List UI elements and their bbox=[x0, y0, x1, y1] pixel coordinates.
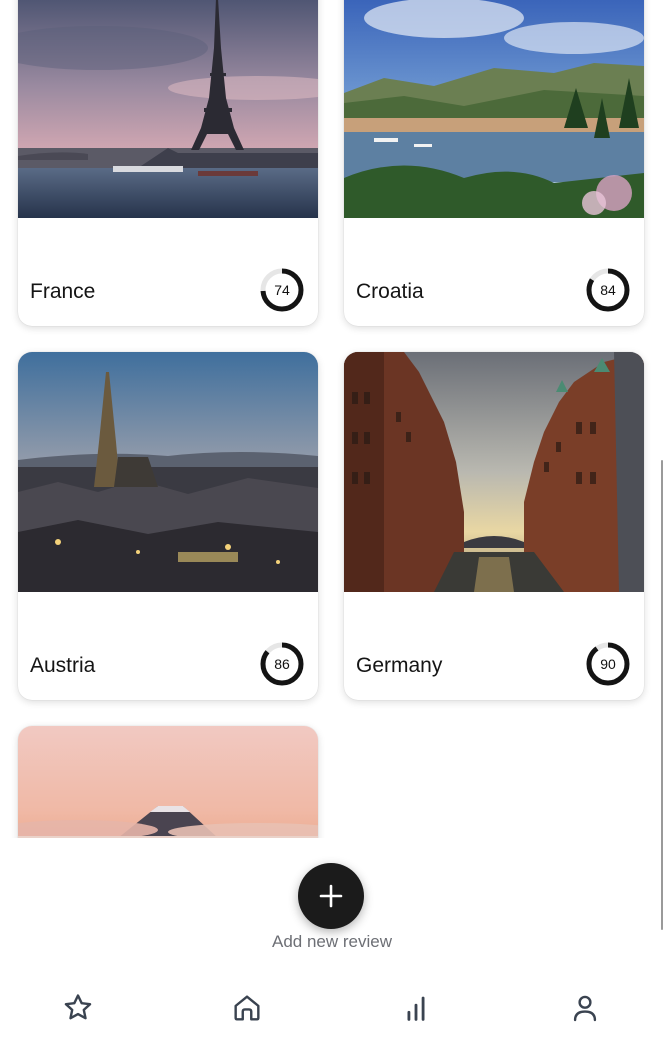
star-icon bbox=[64, 994, 92, 1020]
bar-chart-icon bbox=[407, 996, 425, 1021]
score-value: 90 bbox=[600, 656, 616, 672]
score-value: 84 bbox=[600, 282, 616, 298]
france-photo bbox=[18, 0, 318, 218]
country-name: France bbox=[30, 280, 96, 303]
score-ring: 86 bbox=[260, 642, 304, 686]
score-ring: 84 bbox=[586, 268, 630, 312]
user-icon bbox=[573, 995, 597, 1022]
review-card-partial[interactable] bbox=[18, 726, 318, 838]
mountain-photo bbox=[18, 726, 318, 838]
add-review-button[interactable] bbox=[298, 863, 364, 929]
score-ring: 74 bbox=[260, 268, 304, 312]
scrollbar[interactable] bbox=[661, 460, 663, 930]
review-card-france[interactable]: France 74 bbox=[18, 0, 318, 326]
nav-favorites[interactable] bbox=[56, 985, 100, 1029]
score-value: 86 bbox=[274, 656, 290, 672]
country-name: Germany bbox=[356, 654, 443, 677]
review-card-austria[interactable]: Austria 86 bbox=[18, 352, 318, 700]
austria-photo bbox=[18, 352, 318, 592]
review-card-croatia[interactable]: Croatia 84 bbox=[344, 0, 644, 326]
nav-profile[interactable] bbox=[563, 985, 607, 1029]
score-ring: 90 bbox=[586, 642, 630, 686]
country-name: Austria bbox=[30, 654, 96, 677]
app-screen: France 74 Croatia 84 Austria 86 Germany … bbox=[0, 0, 664, 1057]
score-value: 74 bbox=[274, 282, 290, 298]
plus-icon bbox=[319, 884, 343, 908]
review-grid[interactable]: France 74 Croatia 84 Austria 86 Germany … bbox=[0, 0, 664, 838]
germany-photo bbox=[344, 352, 644, 592]
home-icon bbox=[234, 995, 260, 1021]
croatia-photo bbox=[344, 0, 644, 218]
bottom-navigation bbox=[0, 973, 664, 1057]
add-review-label: Add new review bbox=[271, 932, 392, 951]
country-name: Croatia bbox=[356, 280, 424, 303]
nav-stats[interactable] bbox=[394, 985, 438, 1029]
review-card-germany[interactable]: Germany 90 bbox=[344, 352, 644, 700]
nav-home[interactable] bbox=[225, 985, 269, 1029]
